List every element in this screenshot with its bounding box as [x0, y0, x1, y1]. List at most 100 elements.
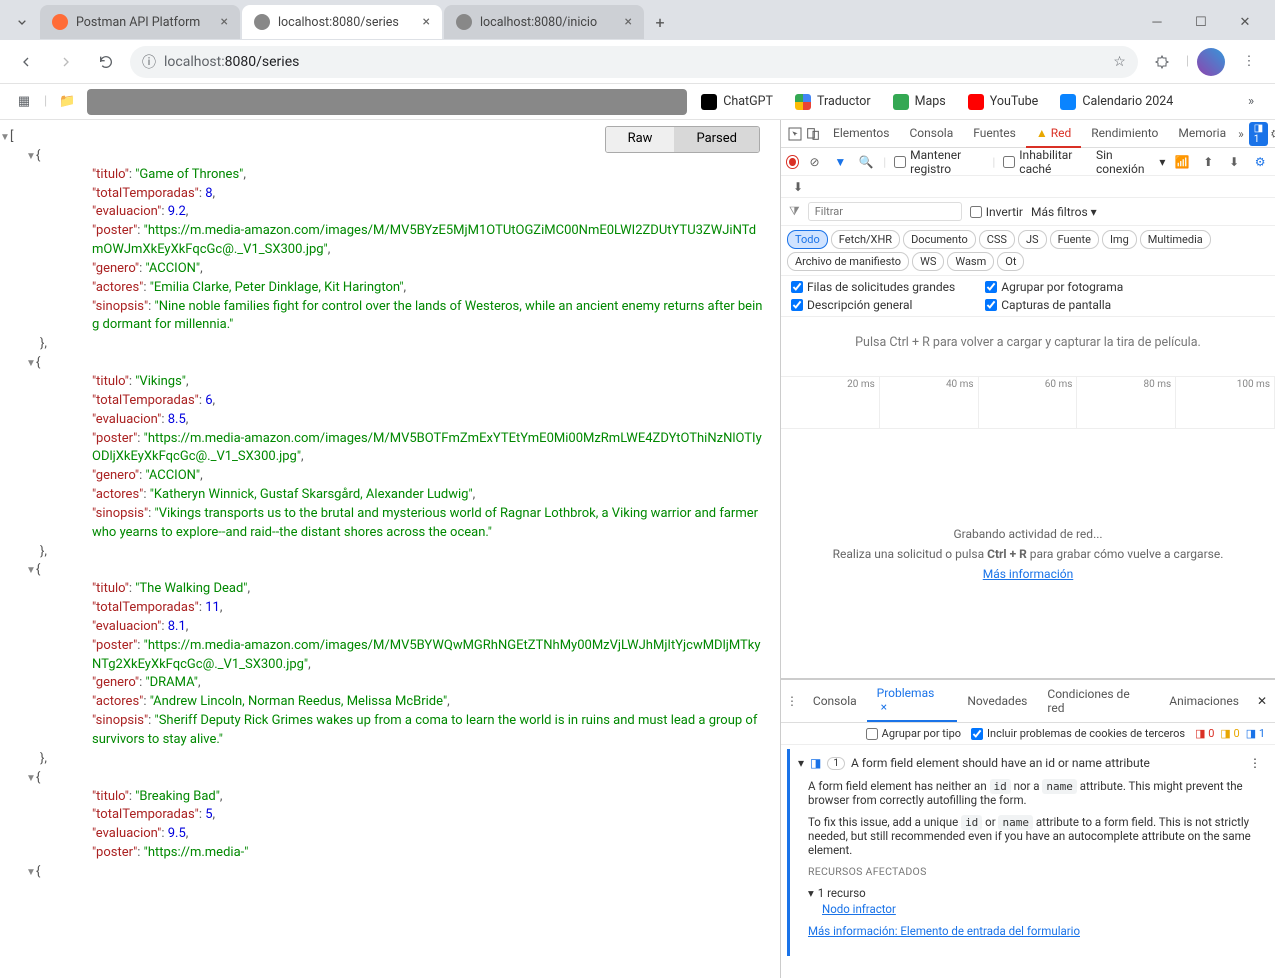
more-info-link[interactable]: Más información: [983, 567, 1074, 581]
overview-checkbox[interactable]: Descripción general: [791, 298, 955, 312]
tab-inicio[interactable]: localhost:8080/inicio ×: [444, 5, 644, 39]
tab-elements[interactable]: Elementos: [823, 120, 899, 148]
tab-sources[interactable]: Fuentes: [963, 120, 1026, 148]
drawer-close-icon[interactable]: ✕: [1249, 694, 1275, 708]
close-icon[interactable]: ×: [423, 14, 430, 30]
maximize-button[interactable]: ☐: [1179, 6, 1223, 38]
extensions-button[interactable]: [1146, 46, 1178, 78]
type-filter-documento[interactable]: Documento: [903, 230, 976, 249]
disable-cache-checkbox[interactable]: Inhabilitar caché: [1003, 148, 1088, 176]
bookmark-search[interactable]: [87, 89, 687, 115]
issue-count-badge: 1: [827, 757, 845, 770]
drawer-tab-issues[interactable]: Problemas ×: [867, 680, 958, 722]
clear-button[interactable]: ⊘: [806, 151, 824, 173]
resource-toggle[interactable]: ▾ 1 recurso: [808, 884, 1251, 902]
preserve-log-checkbox[interactable]: Mantener registro: [894, 148, 984, 176]
folder-icon[interactable]: 📁: [53, 88, 81, 116]
resource-type-filters: TodoFetch/XHRDocumentoCSSJSFuenteImgMult…: [781, 226, 1275, 276]
issue-badge[interactable]: ◨ 1: [1249, 122, 1268, 146]
more-filters-button[interactable]: Más filtros ▾: [1031, 205, 1097, 219]
user-avatar[interactable]: [1197, 48, 1225, 76]
tab-strip: Postman API Platform × localhost:8080/se…: [0, 0, 1275, 40]
group-by-kind-checkbox[interactable]: Agrupar por tipo: [866, 727, 961, 740]
type-filter-wasm[interactable]: Wasm: [947, 252, 994, 271]
json-viewer[interactable]: Raw Parsed ▼[▼{"titulo": "Game of Throne…: [0, 120, 780, 978]
type-filter-todo[interactable]: Todo: [787, 230, 828, 249]
drawer-menu-icon[interactable]: ⋮: [781, 690, 803, 712]
upload-icon[interactable]: ⬆: [1199, 151, 1217, 173]
url-input[interactable]: ⓘ localhost:8080/series ☆: [130, 46, 1138, 78]
tab-console[interactable]: Consola: [899, 120, 963, 148]
chrome-menu-button[interactable]: ⋮: [1233, 46, 1265, 78]
throttling-select[interactable]: Sin conexión: [1096, 148, 1151, 176]
type-filter-js[interactable]: JS: [1018, 230, 1047, 249]
drawer-tab-anim[interactable]: Animaciones: [1159, 688, 1249, 714]
tabs-dropdown[interactable]: [8, 8, 36, 36]
drawer-tab-console[interactable]: Consola: [803, 688, 867, 714]
issue-item[interactable]: ▾ ◨ 1 A form field element should have a…: [787, 749, 1269, 956]
google-icon: [795, 94, 811, 110]
inspect-icon[interactable]: [787, 123, 803, 145]
invert-checkbox[interactable]: Invertir: [970, 205, 1023, 219]
large-rows-checkbox[interactable]: Filas de solicitudes grandes: [791, 280, 955, 294]
type-filter-fuente[interactable]: Fuente: [1050, 230, 1099, 249]
device-toggle-icon[interactable]: [805, 123, 821, 145]
raw-button[interactable]: Raw: [606, 127, 675, 152]
more-tabs-icon[interactable]: »: [1238, 123, 1244, 145]
issue-menu-icon[interactable]: ⋮: [1249, 756, 1261, 770]
forward-button[interactable]: [50, 46, 82, 78]
chevron-down-icon[interactable]: ▾: [798, 756, 804, 770]
new-tab-button[interactable]: +: [646, 8, 674, 36]
back-button[interactable]: [10, 46, 42, 78]
bookmark-calendar[interactable]: Calendario 2024: [1052, 90, 1181, 114]
bookmarks-overflow[interactable]: »: [1237, 88, 1265, 116]
offending-node-link[interactable]: Nodo infractor: [822, 902, 896, 916]
type-filter-multimedia[interactable]: Multimedia: [1140, 230, 1211, 249]
bookmark-star-icon[interactable]: ☆: [1113, 54, 1126, 70]
tab-series[interactable]: localhost:8080/series ×: [242, 5, 442, 39]
close-window-button[interactable]: ✕: [1223, 6, 1267, 38]
type-filter-fetch/xhr[interactable]: Fetch/XHR: [831, 230, 900, 249]
site-info-icon[interactable]: ⓘ: [142, 52, 156, 72]
screenshots-checkbox[interactable]: Capturas de pantalla: [985, 298, 1123, 312]
type-filter-ot[interactable]: Ot: [997, 252, 1024, 271]
timeline-mark: 100 ms: [1176, 377, 1275, 428]
bookmark-youtube[interactable]: YouTube: [960, 90, 1047, 114]
download-har-icon[interactable]: ⬇: [787, 176, 809, 198]
drawer-tab-netcond[interactable]: Condiciones de red: [1037, 681, 1159, 721]
group-frame-checkbox[interactable]: Agrupar por fotograma: [985, 280, 1123, 294]
network-settings-icon[interactable]: ⚙: [1251, 151, 1269, 173]
tab-network[interactable]: ▲ Red: [1026, 120, 1081, 148]
include-cookies-checkbox[interactable]: Incluir problemas de cookies de terceros: [971, 727, 1185, 740]
drawer-tab-news[interactable]: Novedades: [957, 688, 1037, 714]
bookmark-translator[interactable]: Traductor: [787, 90, 879, 114]
parsed-button[interactable]: Parsed: [674, 127, 759, 152]
close-icon[interactable]: ×: [625, 14, 632, 30]
type-filter-css[interactable]: CSS: [979, 230, 1015, 249]
bookmark-maps[interactable]: Maps: [885, 90, 954, 114]
wifi-icon[interactable]: 📶: [1173, 151, 1191, 173]
throttling-dropdown-icon[interactable]: ▾: [1159, 155, 1165, 169]
timeline-ruler[interactable]: 20 ms40 ms60 ms80 ms100 ms: [781, 377, 1275, 429]
more-info-form-link[interactable]: Más información: Elemento de entrada del…: [808, 924, 1080, 938]
settings-icon[interactable]: ⚙: [1270, 123, 1275, 145]
tab-performance[interactable]: Rendimiento: [1081, 120, 1168, 148]
tab-memory[interactable]: Memoria: [1168, 120, 1236, 148]
tab-postman[interactable]: Postman API Platform ×: [40, 5, 240, 39]
filmstrip-hint: Pulsa Ctrl + R para volver a cargar y ca…: [781, 317, 1275, 377]
record-button[interactable]: [787, 156, 798, 168]
filter-funnel-icon[interactable]: ⧩: [789, 204, 800, 219]
bookmark-chatgpt[interactable]: ChatGPT: [693, 90, 781, 114]
type-filter-img[interactable]: Img: [1102, 230, 1137, 249]
filter-icon[interactable]: ▼: [831, 151, 849, 173]
reload-button[interactable]: [90, 46, 122, 78]
search-icon[interactable]: 🔍: [857, 151, 875, 173]
type-filter-archivo de manifiesto[interactable]: Archivo de manifiesto: [787, 252, 909, 271]
apps-icon[interactable]: ▦: [10, 88, 38, 116]
minimize-button[interactable]: ─: [1135, 6, 1179, 38]
type-filter-ws[interactable]: WS: [912, 252, 944, 271]
close-icon[interactable]: ×: [221, 14, 228, 30]
download-icon[interactable]: ⬇: [1225, 151, 1243, 173]
filter-input[interactable]: [808, 202, 962, 221]
postman-icon: [52, 14, 68, 30]
